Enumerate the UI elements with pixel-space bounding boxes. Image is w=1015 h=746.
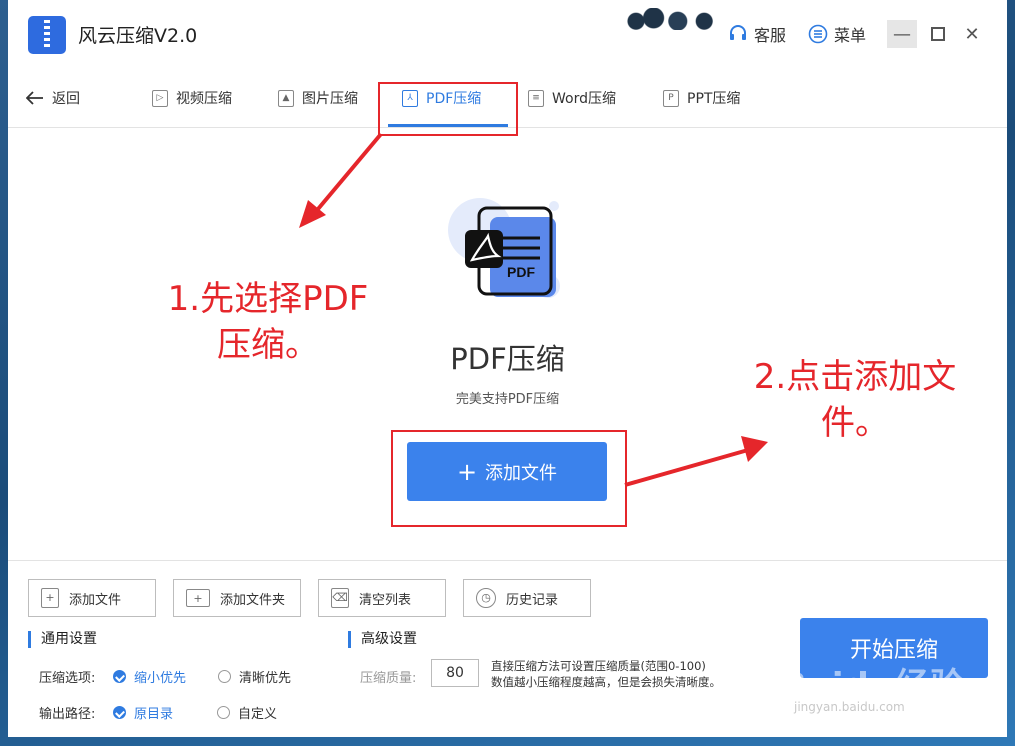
radio-small-first[interactable]: 缩小优先 bbox=[113, 667, 186, 686]
folder-add-icon: + bbox=[186, 589, 210, 607]
add-folder-button[interactable]: + 添加文件夹 bbox=[173, 579, 301, 617]
add-folder-label: 添加文件夹 bbox=[220, 592, 286, 608]
output-path-label: 输出路径: bbox=[39, 707, 96, 722]
radio-checked-icon bbox=[113, 706, 126, 719]
radio-custom-dir[interactable]: 自定义 bbox=[217, 703, 277, 722]
output-path-row: 输出路径: 原目录 自定义 bbox=[39, 703, 277, 722]
general-settings-title: 通用设置 bbox=[28, 631, 97, 648]
quality-description: 直接压缩方法可设置压缩质量(范围0-100) 数值越小压缩程度越高，但是会损失清… bbox=[491, 658, 781, 690]
baidu-watermark-url: jingyan.baidu.com bbox=[794, 700, 905, 714]
radio-original-dir[interactable]: 原目录 bbox=[113, 703, 173, 722]
quality-input[interactable]: 80 bbox=[431, 659, 479, 687]
arrowhead-step2 bbox=[741, 436, 768, 462]
option-small-label: 缩小优先 bbox=[134, 671, 187, 686]
clear-list-label: 清空列表 bbox=[359, 592, 412, 608]
add-file-button[interactable]: + 添加文件 bbox=[28, 579, 156, 617]
advanced-settings-title: 高级设置 bbox=[348, 631, 417, 648]
output-original-label: 原目录 bbox=[134, 707, 174, 722]
output-custom-label: 自定义 bbox=[238, 707, 278, 722]
clock-icon: ◷ bbox=[476, 588, 496, 608]
arrow-step2 bbox=[624, 448, 749, 487]
radio-checked-icon bbox=[113, 670, 126, 683]
clear-list-button[interactable]: ⌫ 清空列表 bbox=[318, 579, 446, 617]
radio-unchecked-icon bbox=[218, 670, 232, 683]
quality-desc-line1: 直接压缩方法可设置压缩质量(范围0-100) bbox=[491, 659, 706, 673]
radio-clear-first[interactable]: 清晰优先 bbox=[218, 667, 291, 686]
option-clear-label: 清晰优先 bbox=[239, 671, 292, 686]
quality-label: 压缩质量: bbox=[360, 671, 417, 686]
history-button[interactable]: ◷ 历史记录 bbox=[463, 579, 591, 617]
divider bbox=[8, 560, 1007, 561]
history-label: 历史记录 bbox=[506, 592, 559, 608]
arrow-step1 bbox=[311, 132, 383, 217]
compress-option-row: 压缩选项: 缩小优先 清晰优先 bbox=[39, 667, 291, 686]
app-window: 风云压缩V2.0 客服 菜单 — ✕ 返回 ▷ 视频压缩 ▲ 图片压缩 ⅄ PD… bbox=[8, 0, 1007, 737]
radio-unchecked-icon bbox=[217, 706, 231, 719]
trash-icon: ⌫ bbox=[331, 588, 349, 608]
compress-option-label: 压缩选项: bbox=[39, 671, 96, 686]
add-file-label: 添加文件 bbox=[69, 592, 122, 608]
file-add-icon: + bbox=[41, 588, 59, 608]
annotation-arrows bbox=[299, 132, 768, 487]
quality-desc-line2: 数值越小压缩程度越高，但是会损失清晰度。 bbox=[491, 675, 721, 689]
